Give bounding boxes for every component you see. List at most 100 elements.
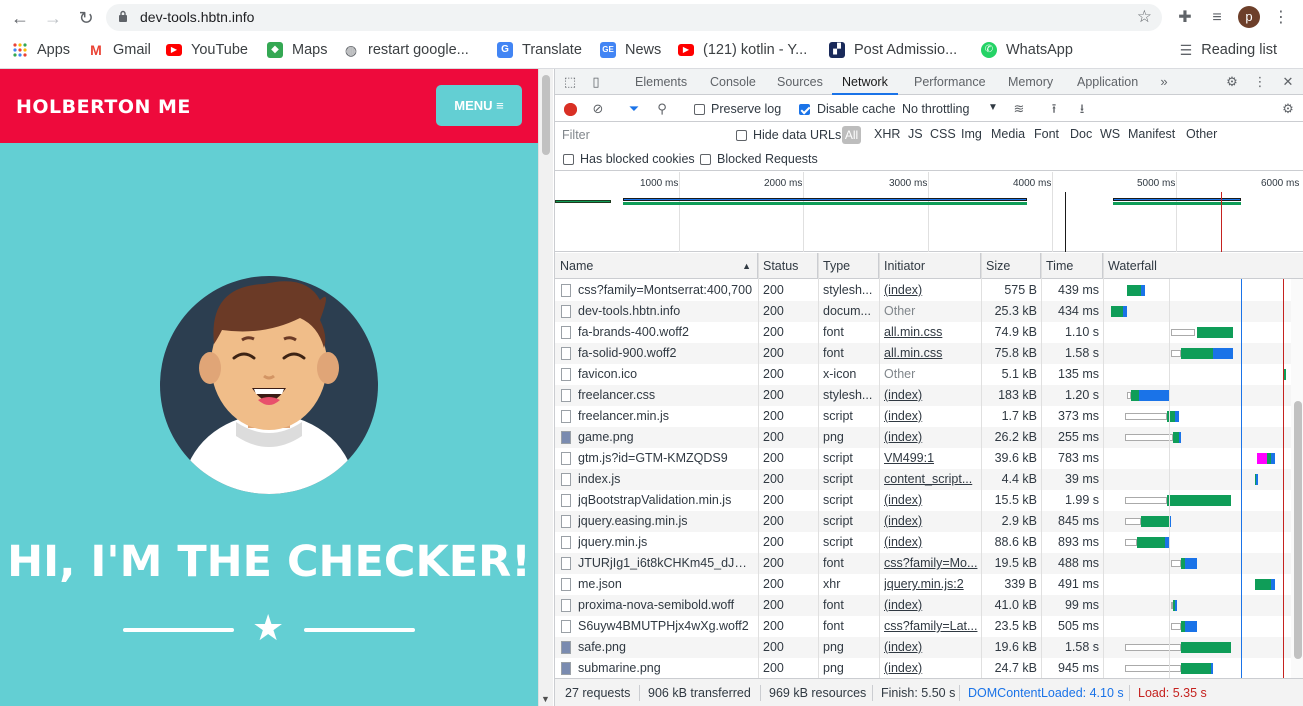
cell-initiator[interactable]: all.min.css [884, 343, 978, 364]
cell-initiator[interactable]: (index) [884, 532, 978, 553]
tab-memory[interactable]: Memory [998, 69, 1063, 95]
blocked-requests-checkbox[interactable] [700, 154, 711, 165]
table-row[interactable]: me.json 200 xhr jquery.min.js:2 339 B 491 ms [555, 574, 1291, 595]
bookmark-youtube[interactable]: ▶ YouTube [166, 39, 248, 61]
table-row[interactable]: submarine.png 200 png (index) 24.7 kB 945 ms [555, 658, 1291, 678]
reading-list-button[interactable]: ☰ Reading list [1180, 39, 1277, 61]
tab-elements[interactable]: Elements [625, 69, 697, 95]
filter-type-css[interactable]: CSS [930, 127, 956, 141]
bookmark-maps[interactable]: ◆ Maps [267, 39, 327, 61]
table-row[interactable]: fa-brands-400.woff2 200 font all.min.css 74.… [555, 322, 1291, 343]
forward-icon[interactable]: → [41, 6, 65, 30]
table-scrollbar[interactable] [1291, 279, 1303, 678]
network-overview[interactable]: 1000 ms 2000 ms 3000 ms 4000 ms 5000 ms … [555, 172, 1303, 252]
has-blocked-cookies-checkbox[interactable] [563, 154, 574, 165]
cell-initiator[interactable]: css?family=Mo... [884, 553, 978, 574]
table-row[interactable]: JTURjIg1_i6t8kCHKm45_dJE3... 200 font css?f… [555, 553, 1291, 574]
network-conditions-icon[interactable]: ≋ [1010, 100, 1028, 118]
device-toolbar-icon[interactable]: ▯ [587, 73, 605, 91]
tab-application[interactable]: Application [1067, 69, 1148, 95]
bookmark-whatsapp[interactable]: ✆ WhatsApp [981, 39, 1073, 61]
extensions-icon[interactable]: ✚ [1173, 6, 1197, 30]
record-icon[interactable] [564, 103, 577, 116]
close-icon[interactable]: ✕ [1279, 73, 1297, 91]
preserve-log-checkbox[interactable] [694, 104, 705, 115]
filter-type-img[interactable]: Img [961, 127, 982, 141]
table-row[interactable]: game.png 200 png (index) 26.2 kB 255 ms [555, 427, 1291, 448]
cell-initiator[interactable]: (index) [884, 490, 978, 511]
cell-initiator[interactable]: (index) [884, 637, 978, 658]
col-type[interactable]: Type [818, 253, 879, 279]
filter-type-font[interactable]: Font [1034, 127, 1059, 141]
disable-cache-checkbox[interactable] [799, 104, 810, 115]
page-scrollbar[interactable]: ▼ [538, 69, 553, 706]
cell-initiator[interactable]: (index) [884, 427, 978, 448]
cell-initiator[interactable]: VM499:1 [884, 448, 978, 469]
address-bar[interactable]: dev-tools.hbtn.info ☆ [106, 4, 1162, 31]
table-row[interactable]: css?family=Montserrat:400,700 200 stylesh.… [555, 280, 1291, 301]
cell-initiator[interactable]: (index) [884, 511, 978, 532]
dropdown-arrow-icon[interactable]: ▼ [988, 102, 998, 113]
more-tabs-icon[interactable]: » [1155, 73, 1173, 91]
filter-type-ws[interactable]: WS [1100, 127, 1120, 141]
hide-data-urls-checkbox[interactable] [736, 130, 747, 141]
reload-icon[interactable]: ↻ [74, 6, 98, 30]
table-row[interactable]: jquery.min.js 200 script (index) 88.6 kB 893 … [555, 532, 1291, 553]
filter-type-doc[interactable]: Doc [1070, 127, 1092, 141]
col-status[interactable]: Status [758, 253, 818, 279]
table-row[interactable]: freelancer.min.js 200 script (index) 1.7 kB 3… [555, 406, 1291, 427]
tab-performance[interactable]: Performance [904, 69, 996, 95]
bookmark-apps[interactable]: Apps [12, 39, 70, 61]
network-settings-icon[interactable]: ⚙ [1279, 100, 1297, 118]
table-row[interactable]: gtm.js?id=GTM-KMZQDS9 200 script VM499:1 39.… [555, 448, 1291, 469]
cell-initiator[interactable]: jquery.min.js:2 [884, 574, 978, 595]
bookmark-translate[interactable]: G Translate [497, 39, 582, 61]
bookmark-gmail[interactable]: M Gmail [88, 39, 151, 61]
table-row[interactable]: jquery.easing.min.js 200 script (index) 2.9 … [555, 511, 1291, 532]
more-options-icon[interactable]: ⋮ [1251, 73, 1269, 91]
cell-initiator[interactable]: (index) [884, 658, 978, 678]
table-row[interactable]: proxima-nova-semibold.woff 200 font (index)… [555, 595, 1291, 616]
table-row[interactable]: S6uyw4BMUTPHjx4wXg.woff2 200 font css?famil… [555, 616, 1291, 637]
search-icon[interactable]: ⚲ [653, 100, 671, 118]
bookmark-kotlin-youtube[interactable]: ▶ (121) kotlin - Y... [678, 39, 807, 61]
settings-gear-icon[interactable]: ⚙ [1223, 73, 1241, 91]
col-time[interactable]: Time [1041, 253, 1103, 279]
bookmark-post-admission[interactable]: ▞ Post Admissio... [829, 39, 957, 61]
bookmark-news[interactable]: GE News [600, 39, 661, 61]
table-row[interactable]: index.js 200 script content_script... 4.4 kB… [555, 469, 1291, 490]
tab-sources[interactable]: Sources [767, 69, 833, 95]
table-scrollbar-thumb[interactable] [1294, 401, 1302, 659]
clear-icon[interactable]: ⊘ [589, 100, 607, 118]
col-size[interactable]: Size [981, 253, 1041, 279]
media-control-icon[interactable]: ≡ [1205, 6, 1229, 30]
cell-initiator[interactable]: css?family=Lat... [884, 616, 978, 637]
cell-initiator[interactable]: (index) [884, 280, 978, 301]
table-row[interactable]: dev-tools.hbtn.info 200 docum... Other 25.3 … [555, 301, 1291, 322]
table-row[interactable]: jqBootstrapValidation.min.js 200 script (in… [555, 490, 1291, 511]
filter-input[interactable]: Filter [558, 126, 722, 145]
throttling-select[interactable]: No throttling [902, 102, 969, 116]
bookmark-restart-google[interactable]: ◍ restart google... [343, 39, 469, 61]
filter-type-other[interactable]: Other [1186, 127, 1217, 141]
filter-type-manifest[interactable]: Manifest [1128, 127, 1175, 141]
export-har-icon[interactable]: ⭳ [1073, 100, 1091, 118]
inspect-element-icon[interactable]: ⬚ [561, 73, 579, 91]
url-text[interactable]: dev-tools.hbtn.info [140, 9, 254, 25]
cell-initiator[interactable]: all.min.css [884, 322, 978, 343]
table-row[interactable]: fa-solid-900.woff2 200 font all.min.css 75.8… [555, 343, 1291, 364]
bookmark-star-icon[interactable]: ☆ [1137, 7, 1152, 27]
col-name[interactable]: Name ▲ [555, 253, 758, 279]
menu-button[interactable]: MENU ≡ [436, 85, 522, 126]
tab-console[interactable]: Console [700, 69, 766, 95]
table-row[interactable]: freelancer.css 200 stylesh... (index) 183 kB… [555, 385, 1291, 406]
filter-type-all[interactable]: All [842, 126, 861, 144]
import-har-icon[interactable]: ⭱ [1045, 100, 1063, 118]
cell-initiator[interactable]: (index) [884, 595, 978, 616]
filter-type-js[interactable]: JS [908, 127, 923, 141]
back-icon[interactable]: ← [8, 6, 32, 30]
col-waterfall[interactable]: Waterfall [1103, 253, 1303, 279]
cell-initiator[interactable]: (index) [884, 385, 978, 406]
scroll-down-arrow-icon[interactable]: ▼ [541, 694, 550, 704]
col-initiator[interactable]: Initiator [879, 253, 981, 279]
